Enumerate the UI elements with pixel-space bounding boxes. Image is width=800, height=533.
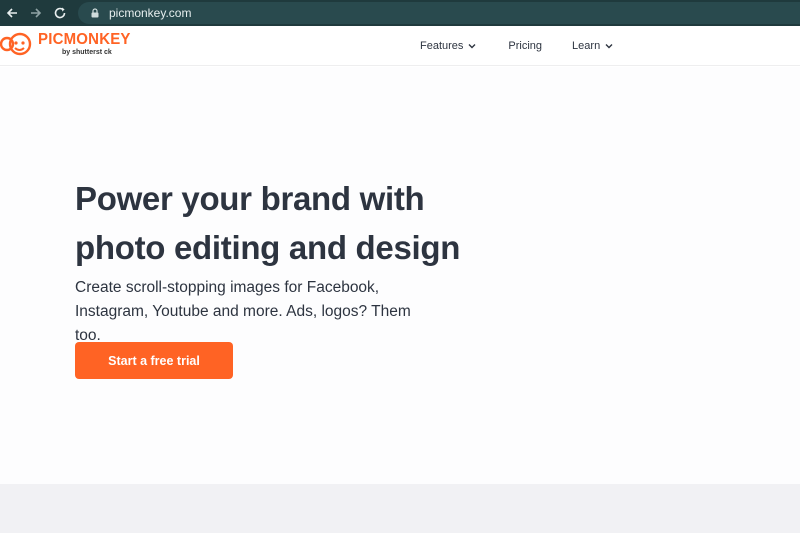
logo-wordmark: PICMONKEY: [38, 30, 131, 49]
forward-button[interactable]: [24, 1, 48, 25]
reload-button[interactable]: [48, 1, 72, 25]
site-header: PICMONKEY by shutterst ck Features Prici…: [0, 26, 800, 66]
main-nav: Features Pricing Learn: [420, 26, 613, 66]
nav-pricing-label: Pricing: [508, 40, 543, 52]
nav-learn[interactable]: Learn: [572, 40, 613, 52]
back-button[interactable]: [0, 1, 24, 25]
hero-subtitle-line-2: Instagram, Youtube and more. Ads, logos?…: [75, 303, 411, 344]
nav-features[interactable]: Features: [420, 40, 476, 52]
nav-pricing[interactable]: Pricing: [508, 40, 542, 52]
nav-features-label: Features: [420, 40, 464, 52]
start-free-trial-button[interactable]: Start a free trial: [75, 342, 233, 379]
monkey-logo-icon: [0, 32, 32, 56]
back-arrow-icon: [6, 8, 17, 18]
hero-subtitle-line-1: Create scroll-stopping images for Facebo…: [75, 279, 380, 296]
reload-icon: [54, 7, 66, 19]
hero-section: Power your brand with photo editing and …: [0, 67, 800, 484]
nav-learn-label: Learn: [572, 40, 601, 52]
logo-byline: by shutterst ck: [62, 49, 112, 56]
url-text: picmonkey.com: [109, 6, 192, 20]
lock-icon: [91, 8, 99, 18]
browser-toolbar: picmonkey.com: [0, 0, 800, 26]
next-section: [0, 484, 800, 533]
hero-title-line-2: photo editing and design: [75, 229, 461, 266]
hero-title-line-1: Power your brand with: [75, 180, 425, 217]
picmonkey-logo[interactable]: PICMONKEY by shutterst ck: [0, 30, 131, 60]
chevron-down-icon: [605, 44, 613, 49]
address-bar[interactable]: picmonkey.com: [78, 2, 800, 24]
hero-subtitle: Create scroll-stopping images for Facebo…: [75, 276, 415, 348]
chevron-down-icon: [468, 44, 476, 49]
hero-title: Power your brand with photo editing and …: [75, 174, 495, 272]
forward-arrow-icon: [31, 8, 42, 18]
